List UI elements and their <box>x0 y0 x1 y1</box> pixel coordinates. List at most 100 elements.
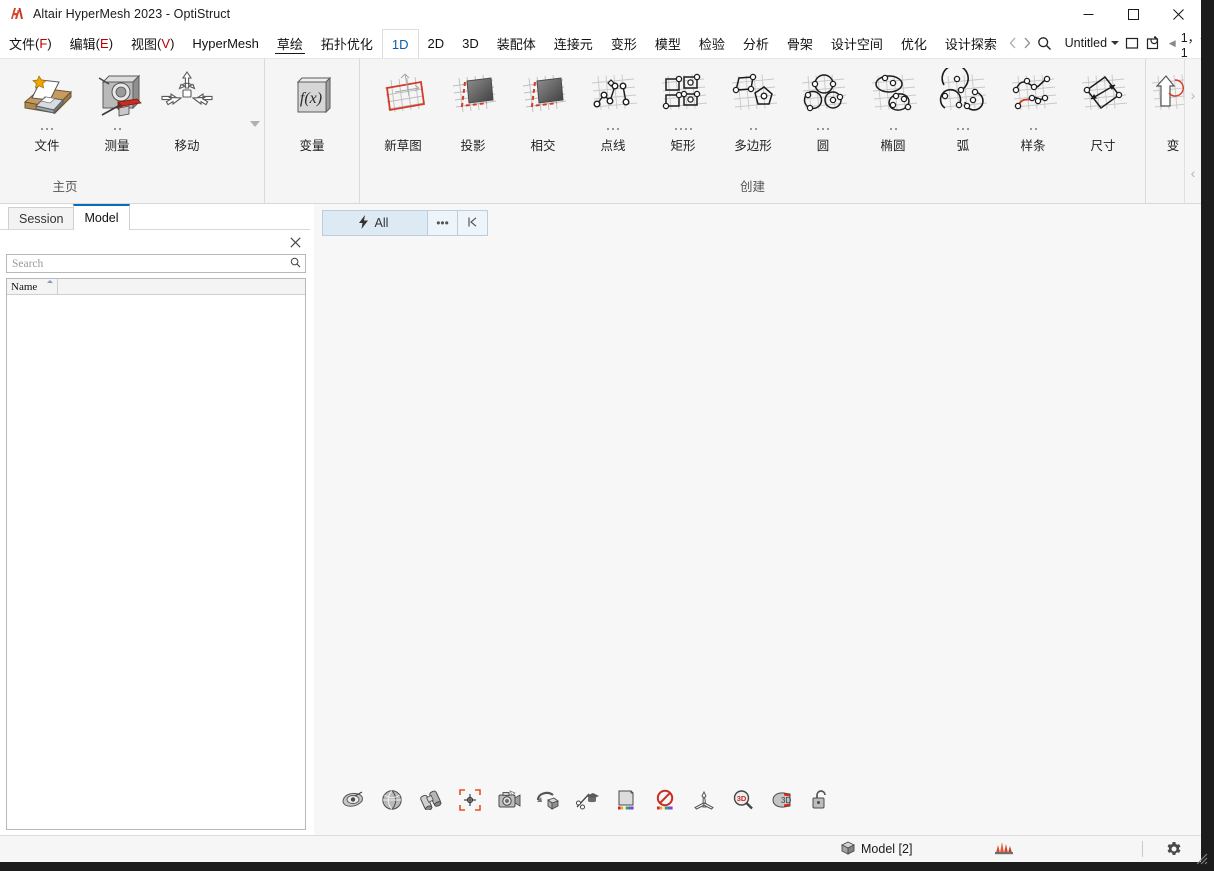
arc-icon <box>935 67 991 125</box>
search-icon[interactable] <box>1034 30 1055 56</box>
status-bar: Model [2] <box>0 835 1201 862</box>
eye-shell-icon[interactable] <box>340 787 366 813</box>
chevron-right-icon[interactable] <box>1020 30 1034 56</box>
tab-sketch[interactable]: 草绘 <box>268 28 312 58</box>
altair-h-logo-icon <box>9 6 25 22</box>
target-crosshair-icon[interactable] <box>457 787 483 813</box>
menu-edit-label: 编辑 <box>69 36 96 52</box>
globe-icon[interactable] <box>379 787 405 813</box>
magnifier-3d-icon[interactable]: 3D <box>730 787 756 813</box>
tab-design-explore[interactable]: 设计探索 <box>936 28 1006 58</box>
tab-model[interactable]: Model <box>73 204 130 230</box>
ribbon-button-dimension[interactable]: 尺寸 <box>1068 65 1138 154</box>
node-graduation-icon[interactable] <box>574 787 600 813</box>
svg-text:3D: 3D <box>781 796 791 805</box>
ribbon-button-file[interactable]: 文件 <box>12 65 82 154</box>
ribbon-button-ellipse[interactable]: 椭圆 <box>858 65 928 154</box>
view-filter-more-button[interactable]: ••• <box>427 211 457 235</box>
triad-icon[interactable] <box>691 787 717 813</box>
tab-model[interactable]: 模型 <box>646 28 690 58</box>
ribbon-button-polygon[interactable]: 多边形 <box>718 65 788 154</box>
chevron-left-icon[interactable]: ‹ <box>1191 165 1196 181</box>
tab-morph[interactable]: 变形 <box>602 28 646 58</box>
ribbon-button-measure[interactable]: 测量 <box>82 65 152 154</box>
ribbon-button-move[interactable]: 移动 <box>152 65 222 154</box>
page-prev-icon[interactable]: ◀ <box>1166 38 1179 49</box>
menu-edit[interactable]: 编辑(E) <box>61 28 122 58</box>
ribbon-button-rectangle[interactable]: 矩形 <box>648 65 718 154</box>
view-filter-all-button[interactable]: All <box>323 211 427 235</box>
chevron-left-icon[interactable] <box>1006 30 1020 56</box>
gear-icon[interactable] <box>1163 838 1185 860</box>
ribbon-button-spline[interactable]: 样条 <box>998 65 1068 154</box>
chevron-right-icon[interactable]: › <box>1191 87 1196 103</box>
unlock-padlock-icon[interactable] <box>808 787 834 813</box>
tab-2d[interactable]: 2D <box>419 28 454 58</box>
document-selector[interactable]: Untitled <box>1055 36 1122 50</box>
point-line-icon <box>585 67 641 125</box>
camera-icon[interactable] <box>496 787 522 813</box>
rotate-cube-icon[interactable] <box>535 787 561 813</box>
model-tree-body[interactable] <box>7 295 305 829</box>
maximize-button[interactable] <box>1111 0 1156 28</box>
ribbon-button-variable[interactable]: f(x) 变量 <box>277 65 347 154</box>
color-palette-page-icon[interactable] <box>613 787 639 813</box>
browser-tabs: Session Model <box>0 204 310 230</box>
no-entry-icon[interactable] <box>652 787 678 813</box>
menu-view-label: 视图 <box>131 36 158 52</box>
tab-session[interactable]: Session <box>8 207 75 230</box>
ribbon-group-expander[interactable] <box>250 121 260 127</box>
tab-skeleton[interactable]: 骨架 <box>778 28 822 58</box>
search-input[interactable] <box>12 257 290 270</box>
ribbon-button-project[interactable]: 投影 <box>438 65 508 154</box>
search-box[interactable] <box>6 254 306 273</box>
ribbon-group-home: 文件 测量 移动 主页 <box>0 59 264 203</box>
close-button[interactable] <box>1156 0 1201 28</box>
tab-design-space[interactable]: 设计空间 <box>822 28 892 58</box>
tab-1d[interactable]: 1D <box>381 29 419 58</box>
graphics-canvas[interactable]: All ••• Y X <box>314 204 1201 835</box>
status-flame-indicator[interactable] <box>993 839 1015 860</box>
overflow-dots <box>889 125 897 133</box>
tab-connectors[interactable]: 连接元 <box>545 28 602 58</box>
ribbon-button-circle[interactable]: 圆 <box>788 65 858 154</box>
binoculars-icon[interactable] <box>418 787 444 813</box>
tab-optimize[interactable]: 优化 <box>892 28 936 58</box>
circle-icon <box>795 67 851 125</box>
tabs-underline <box>0 229 310 230</box>
lightning-icon <box>358 214 369 232</box>
tab-validate[interactable]: 检验 <box>690 28 734 58</box>
ribbon-button-new-sketch[interactable]: 新草图 <box>368 65 438 154</box>
restore-layout-icon[interactable] <box>1143 30 1164 56</box>
resize-grip[interactable] <box>1195 852 1209 866</box>
ribbon-toolbar: 文件 测量 移动 主页 f(x) 变量 新草图 投影 相交 点线 矩形 多边形 … <box>0 59 1201 204</box>
ribbon-group-transform-items: 变 <box>1146 59 1186 195</box>
3d-view-icon[interactable]: 3D <box>769 787 795 813</box>
ribbon-button-intersect[interactable]: 相交 <box>508 65 578 154</box>
search-icon[interactable] <box>290 255 301 273</box>
menu-hypermesh[interactable]: HyperMesh <box>183 28 267 58</box>
status-model-indicator[interactable]: Model [2] <box>840 840 912 859</box>
application-window: Altair HyperMesh 2023 - OptiStruct 文件(F)… <box>0 0 1214 871</box>
project-icon <box>445 67 501 125</box>
menu-file[interactable]: 文件(F) <box>0 28 61 58</box>
measure-tool-icon <box>89 67 145 125</box>
menu-view[interactable]: 视图(V) <box>122 28 183 58</box>
column-header-extra[interactable] <box>58 279 305 294</box>
view-filter-collapse-button[interactable] <box>457 211 487 235</box>
ribbon-button-arc[interactable]: 弧 <box>928 65 998 154</box>
tab-topology-optimization[interactable]: 拓扑优化 <box>312 28 382 58</box>
model-tree[interactable]: Name <box>6 278 306 830</box>
ribbon-button-transform-label: 变 <box>1166 139 1180 153</box>
close-icon[interactable] <box>286 233 304 251</box>
tab-assembly[interactable]: 装配体 <box>488 28 545 58</box>
single-window-icon[interactable] <box>1122 30 1143 56</box>
ribbon-group-transform-label <box>1146 195 1186 203</box>
column-header-name[interactable]: Name <box>7 279 58 294</box>
overflow-dots <box>607 125 619 133</box>
ribbon-button-transform[interactable]: 变 <box>1150 65 1186 154</box>
tab-analysis[interactable]: 分析 <box>734 28 778 58</box>
tab-3d[interactable]: 3D <box>453 28 488 58</box>
minimize-button[interactable] <box>1066 0 1111 28</box>
ribbon-button-point-line[interactable]: 点线 <box>578 65 648 154</box>
